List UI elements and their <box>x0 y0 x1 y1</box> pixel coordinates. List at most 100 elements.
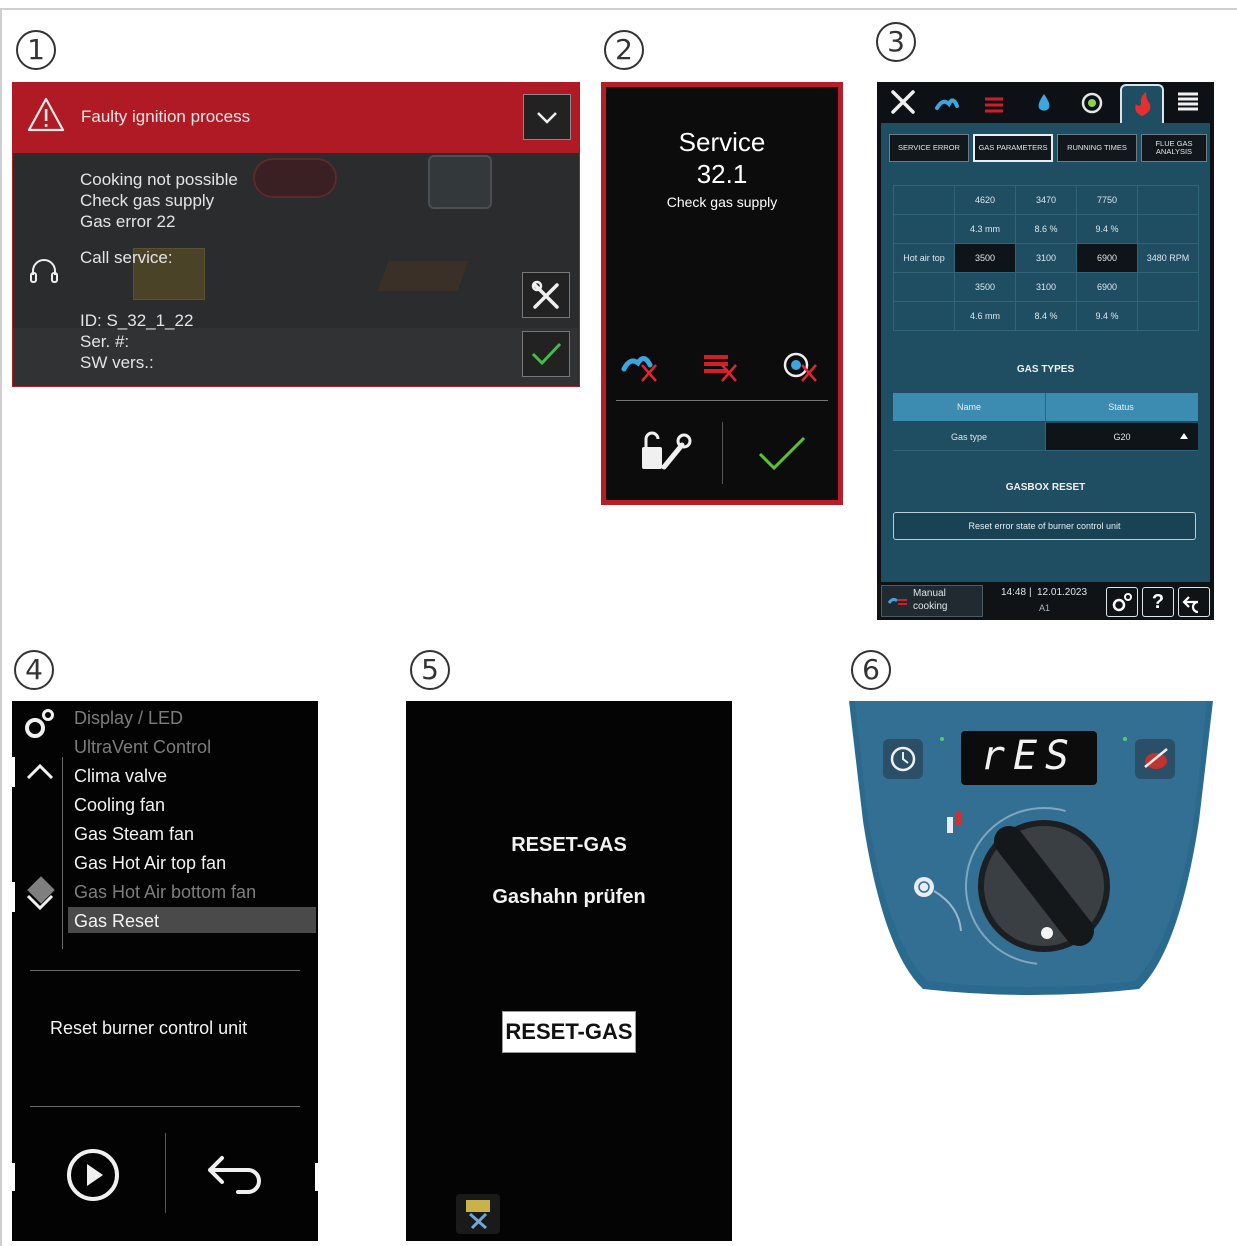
edge-marker <box>12 757 15 787</box>
steam-disabled-icon <box>618 345 662 385</box>
back-arrow-icon <box>1182 596 1199 614</box>
table-cell: 4.3 mm <box>954 214 1016 244</box>
table-cell: 6900 <box>1076 272 1138 302</box>
hot-air-tab-icon[interactable] <box>981 90 1007 116</box>
edge-marker <box>315 1163 318 1191</box>
service-lock-button[interactable] <box>636 427 696 479</box>
confirm-button[interactable] <box>522 331 570 377</box>
tab-gas-parameters[interactable]: GAS PARAMETERS <box>973 134 1053 162</box>
gears-icon <box>22 707 56 741</box>
table-row: 4620 3470 7750 <box>893 185 1199 215</box>
status-led <box>940 737 944 741</box>
clock-date: 12.01.2023 <box>1037 587 1088 598</box>
check-gas-tap-instruction: Gashahn prüfen <box>492 886 646 908</box>
table-cell: 3470 <box>1015 185 1077 215</box>
service-error-screen: Service 32.1 Check gas supply <box>601 82 843 505</box>
tab-running-times[interactable]: RUNNING TIMES <box>1057 134 1137 162</box>
hot-air-disabled-icon <box>698 345 742 385</box>
table-cell: 3480 RPM <box>1137 243 1199 273</box>
step-number-6: 6 <box>851 650 891 690</box>
table-cell: 6900 <box>1076 243 1138 273</box>
start-button[interactable] <box>64 1146 122 1204</box>
gas-type-name: Gas type <box>950 432 988 442</box>
expand-button[interactable] <box>523 94 571 140</box>
menu-item-gas-hot-air-top-fan[interactable]: Gas Hot Air top fan <box>74 853 226 874</box>
list-tab-icon[interactable] <box>1175 88 1201 116</box>
tab-flue-gas-analysis[interactable]: FLUE GAS ANALYSIS <box>1141 134 1207 162</box>
table-cell: 4.6 mm <box>954 301 1016 331</box>
back-button[interactable] <box>1178 587 1210 617</box>
table-cell <box>893 272 955 302</box>
divider <box>30 970 300 971</box>
table-cell <box>1137 214 1199 244</box>
table-cell <box>893 214 955 244</box>
chevron-down-icon <box>26 894 54 911</box>
help-button[interactable]: ? <box>1142 587 1174 617</box>
combi-tab-icon[interactable] <box>1079 90 1105 116</box>
table-cell: 3500 <box>954 272 1016 302</box>
menu-item-display-led[interactable]: Display / LED <box>74 708 183 729</box>
reset-burner-button[interactable]: Reset error state of burner control unit <box>893 512 1196 540</box>
back-button[interactable] <box>204 1146 270 1202</box>
footer-mode-line1: Manual <box>913 588 946 599</box>
service-key-button[interactable] <box>456 1194 500 1234</box>
divider <box>62 757 63 949</box>
gas-types-heading: GAS TYPES <box>1016 364 1075 375</box>
software-version: SW vers.: <box>80 353 154 372</box>
menu-item-gas-steam-fan[interactable]: Gas Steam fan <box>74 824 194 845</box>
water-tab-icon[interactable] <box>1033 90 1055 116</box>
menu-item-ultravent[interactable]: UltraVent Control <box>74 737 211 758</box>
table-cell <box>893 301 955 331</box>
table-cell: 3100 <box>1015 243 1077 273</box>
table-cell: 7750 <box>1076 185 1138 215</box>
settings-button[interactable] <box>1106 587 1138 617</box>
display-readout: rES <box>980 733 1078 779</box>
steam-tab-icon[interactable] <box>933 90 961 116</box>
scroll-up-button[interactable] <box>22 756 58 786</box>
gasbox-reset-heading: GASBOX RESET <box>1005 482 1086 493</box>
table-cell: 3100 <box>1015 272 1077 302</box>
error-message-3: Gas error 22 <box>80 212 176 231</box>
menu-item-cooling-fan[interactable]: Cooling fan <box>74 795 165 816</box>
triangle-up-icon <box>1179 431 1189 441</box>
table-cell: 9.4 % <box>1076 301 1138 331</box>
menu-item-clima-valve[interactable]: Clima valve <box>74 766 167 787</box>
meat-probe-button[interactable] <box>1135 739 1175 779</box>
service-tools-button[interactable] <box>522 272 570 318</box>
menu-item-gas-reset[interactable]: Gas Reset <box>74 911 159 932</box>
service-code: 32.1 <box>696 159 748 189</box>
tab-service-error[interactable]: SERVICE ERROR <box>889 134 969 162</box>
gears-icon <box>1112 593 1132 612</box>
pan-illustration <box>253 158 337 198</box>
lock-wrench-icon <box>642 431 692 470</box>
table-cell: 4620 <box>954 185 1016 215</box>
checkmark-icon <box>758 436 806 471</box>
combi-disabled-icon <box>778 345 822 385</box>
error-message-2: Check gas supply <box>80 191 215 210</box>
confirm-button[interactable] <box>756 432 808 476</box>
reset-gas-title: RESET-GAS <box>511 834 627 856</box>
tools-tab-icon[interactable] <box>889 88 917 116</box>
reset-gas-button[interactable]: RESET-GAS <box>502 1011 636 1053</box>
error-message-1: Cooking not possible <box>80 170 238 189</box>
menu-item-gas-hot-air-bottom-fan[interactable]: Gas Hot Air bottom fan <box>74 882 256 903</box>
table-cell: 8.6 % <box>1015 214 1077 244</box>
reset-gas-screen: RESET-GAS Gashahn prüfen RESET-GAS <box>406 701 732 1241</box>
scroll-down-button[interactable] <box>22 886 58 916</box>
service-id: ID: S_32_1_22 <box>80 311 194 330</box>
table-row: 4.6 mm 8.4 % 9.4 % <box>893 301 1199 331</box>
gas-type-value: G20 <box>1113 432 1131 442</box>
table-cell <box>1137 272 1199 302</box>
step-number-3: 3 <box>876 22 916 62</box>
status-led <box>1123 737 1127 741</box>
table-cell: Hot air top <box>893 243 955 273</box>
checkmark-icon <box>531 342 562 366</box>
service-message: Check gas supply <box>666 194 778 210</box>
control-panel-photo: rES <box>849 701 1213 999</box>
back-arrow-icon <box>208 1156 261 1194</box>
timer-button[interactable] <box>883 739 923 779</box>
frame-border-top <box>0 8 1237 10</box>
serial-number: Ser. #: <box>80 332 130 351</box>
divider <box>616 400 828 401</box>
gas-tab[interactable] <box>1120 84 1164 124</box>
